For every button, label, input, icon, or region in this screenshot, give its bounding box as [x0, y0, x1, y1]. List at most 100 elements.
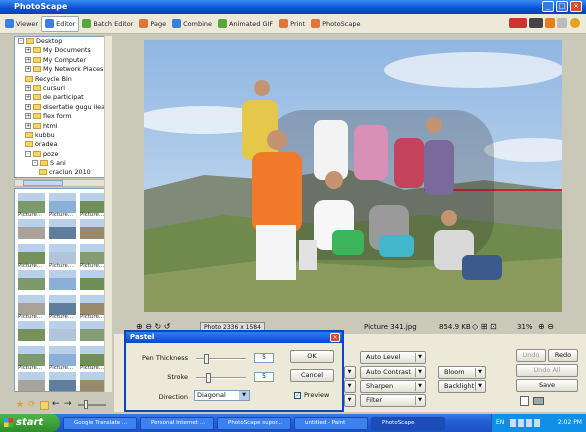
help-icon[interactable] [570, 18, 580, 28]
stroke-value[interactable]: 5 [254, 372, 274, 382]
close-button[interactable]: × [570, 1, 582, 12]
thumbnail-size-slider[interactable] [78, 400, 106, 409]
left-dropdown-button[interactable]: ▼ [344, 394, 356, 407]
bloom-button[interactable]: Bloom ▼ [438, 366, 486, 379]
tray-icons[interactable] [510, 419, 540, 427]
tab-page[interactable]: Page [136, 16, 169, 32]
tab-batch-editor[interactable]: Batch Editor [79, 16, 136, 32]
slider-knob[interactable] [204, 354, 209, 364]
tree-item[interactable]: + My Computer [15, 56, 109, 65]
chevron-down-icon[interactable]: ▼ [239, 391, 249, 400]
start-button[interactable]: start [0, 414, 60, 432]
photo-canvas[interactable] [144, 40, 562, 312]
dropdown-arrow-icon[interactable]: ▼ [415, 396, 424, 405]
tree-item[interactable]: oradea [15, 140, 109, 149]
tree-item[interactable]: kubbu [15, 131, 109, 140]
thumbnail[interactable] [49, 346, 76, 366]
config-icon[interactable] [529, 18, 543, 28]
collapse-icon[interactable]: - [32, 160, 38, 167]
left-dropdown-button[interactable]: ▼ [344, 366, 356, 379]
panel-vertical-scrollbar[interactable] [104, 36, 112, 392]
expand-icon[interactable]: + [25, 84, 31, 91]
expand-icon[interactable]: + [25, 94, 31, 101]
thumbnail[interactable] [49, 193, 76, 213]
tab-animated-gif[interactable]: Animated GIF [215, 16, 276, 32]
view-mode-icon[interactable]: ◇ ⊞ ⊡ [472, 320, 497, 334]
tab-print[interactable]: Print [276, 16, 308, 32]
thumbnail[interactable] [49, 244, 76, 264]
expand-icon[interactable]: + [25, 47, 31, 54]
task-photoscape-support[interactable]: PhotoScape supor... [217, 416, 291, 430]
tree-item[interactable]: + html [15, 122, 109, 131]
menu-icon[interactable] [509, 18, 527, 28]
save-button[interactable]: Save [516, 379, 578, 392]
thumbnail[interactable] [80, 269, 107, 290]
minimize-button[interactable]: _ [542, 1, 554, 12]
task-photoscape[interactable]: PhotoScape [371, 416, 445, 430]
direction-select[interactable]: Diagonal ▼ [194, 390, 250, 401]
tree-item[interactable]: - Desktop [15, 37, 109, 46]
tab-combine[interactable]: Combine [169, 16, 215, 32]
sharpen-button[interactable]: Sharpen ▼ [360, 380, 426, 393]
tree-item[interactable]: craciun 2010 [15, 168, 109, 177]
star-icon[interactable]: ★ [16, 401, 25, 410]
expand-icon[interactable]: + [25, 113, 31, 120]
tab-viewer[interactable]: Viewer [2, 16, 41, 32]
undo-button[interactable]: Undo [516, 349, 546, 362]
tree-item[interactable]: Recycle Bin [15, 75, 109, 84]
thumbnail[interactable] [18, 193, 45, 213]
tab-photoscape[interactable]: PhotoScape [308, 16, 363, 32]
dialog-close-icon[interactable]: × [330, 333, 340, 342]
task-paint[interactable]: untitled - Paint [294, 416, 368, 430]
thumbnail[interactable] [80, 320, 107, 341]
back-arrow-icon[interactable]: ← [52, 399, 61, 409]
tree-item[interactable]: + cursuri [15, 84, 109, 93]
filter-button[interactable]: Filter ▼ [360, 394, 426, 407]
dropdown-arrow-icon[interactable]: ▼ [415, 353, 424, 362]
thumbnail[interactable] [49, 218, 76, 239]
dropdown-arrow-icon[interactable]: ▼ [475, 368, 484, 377]
dropdown-arrow-icon[interactable]: ▼ [415, 368, 424, 377]
new-document-icon[interactable] [520, 396, 529, 406]
folder-tree[interactable]: - Desktop + My Documents + My Computer + My Net… [14, 36, 110, 178]
collapse-icon[interactable]: - [18, 38, 24, 44]
thumbnail[interactable] [18, 346, 45, 366]
zoom-in-out-icon[interactable]: ⊕ ⊖ [538, 320, 554, 334]
window-icon[interactable] [545, 18, 555, 28]
collapse-icon[interactable]: - [25, 150, 31, 157]
maximize-button[interactable]: □ [556, 1, 568, 12]
left-dropdown-button[interactable]: ▼ [344, 380, 356, 393]
tree-item[interactable]: + My Network Places [15, 65, 109, 74]
slider-knob[interactable] [206, 373, 211, 383]
stroke-slider[interactable] [196, 373, 246, 383]
auto-level-button[interactable]: Auto Level ▼ [360, 351, 426, 364]
thumbnail[interactable] [80, 244, 107, 264]
tools-icon[interactable] [557, 18, 567, 28]
auto-contrast-button[interactable]: Auto Contrast ▼ [360, 366, 426, 379]
rotate-icon[interactable]: ⟳ [28, 401, 37, 410]
thumbnail[interactable] [49, 320, 76, 341]
tab-editor[interactable]: Editor [41, 15, 80, 32]
thumbnail[interactable] [49, 269, 76, 290]
thumbnail[interactable] [18, 244, 45, 264]
expand-icon[interactable]: + [25, 56, 31, 63]
thumbnail[interactable] [18, 269, 45, 290]
tree-item[interactable]: + My Documents [15, 46, 109, 55]
task-internet-explorer[interactable]: Personal Internet ... [140, 416, 214, 430]
thumbnail[interactable] [80, 193, 107, 213]
thumbnail[interactable] [18, 371, 45, 391]
folder-icon[interactable] [40, 401, 49, 410]
expand-icon[interactable]: + [25, 66, 31, 73]
tree-item[interactable]: - S ani [15, 159, 109, 168]
thumbnail[interactable] [18, 295, 45, 315]
preview-checkbox[interactable]: ✓ [294, 392, 301, 399]
tree-item[interactable]: + disertatie gugu ilea [15, 103, 109, 112]
dropdown-arrow-icon[interactable]: ▼ [475, 382, 484, 391]
expand-icon[interactable]: + [25, 103, 31, 110]
backlight-button[interactable]: Backlight ▼ [438, 380, 486, 393]
thumbnail[interactable] [80, 346, 107, 366]
print-icon[interactable] [533, 397, 544, 405]
thumbnail[interactable] [18, 320, 45, 341]
tree-item[interactable]: - poze [15, 150, 109, 159]
pen-thickness-slider[interactable] [196, 354, 246, 364]
